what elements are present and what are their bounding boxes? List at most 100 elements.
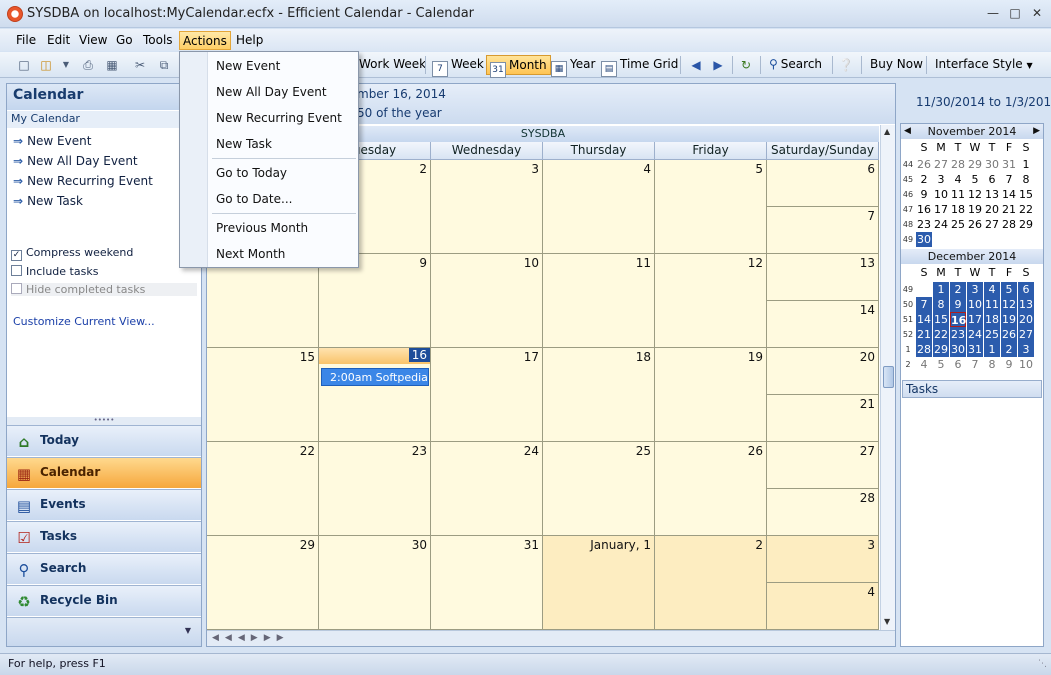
day-cell[interactable]: 23 [319, 442, 431, 536]
compress-weekend-checkbox[interactable]: ✓ Compress weekend [11, 246, 133, 261]
mini-calendar-day[interactable]: 28 [1001, 217, 1017, 232]
mini-calendar-day[interactable]: 17 [967, 312, 983, 327]
include-tasks-checkbox[interactable]: Include tasks [11, 265, 98, 278]
mini-calendar-day[interactable]: 2 [1001, 342, 1017, 357]
mini-calendar-day[interactable]: 29 [933, 342, 949, 357]
mini-calendar-day[interactable]: 15 [1018, 187, 1034, 202]
mini-calendar-day[interactable]: 9 [950, 297, 966, 312]
buy-now-button[interactable]: Buy Now [867, 55, 926, 75]
app-clock-icon[interactable] [7, 6, 23, 22]
next-page-icon[interactable]: ▶ [251, 633, 264, 643]
menu-item-new-recurring-event[interactable]: New Recurring Event [216, 111, 342, 125]
mini-calendar-day[interactable]: 5 [967, 172, 983, 187]
mini-calendar-day[interactable]: 5 [1001, 282, 1017, 297]
day-cell[interactable]: 15 [207, 348, 319, 442]
vertical-scrollbar[interactable]: ▲ ▼ [880, 125, 895, 630]
mini-calendar-day[interactable]: 6 [950, 357, 966, 372]
help-icon[interactable]: ❔ [838, 57, 854, 73]
mini-calendar-day[interactable]: 25 [950, 217, 966, 232]
menu-item-new-event[interactable]: New Event [216, 59, 280, 73]
day-cell[interactable]: 10 [431, 254, 543, 348]
new-task-link[interactable]: ⇒ New Task [13, 194, 83, 208]
mini-calendar-day[interactable]: 23 [950, 327, 966, 342]
menu-item-next-month[interactable]: Next Month [216, 247, 285, 261]
print-preview-icon[interactable]: ▦ [104, 57, 120, 73]
mini-calendar-day[interactable] [950, 232, 966, 247]
mini-calendar-day[interactable]: 30 [950, 342, 966, 357]
day-cell[interactable]: 29 [207, 536, 319, 630]
menu-file[interactable]: File [13, 31, 39, 50]
open-folder-icon[interactable]: ◫ [38, 57, 54, 73]
mini-calendar-day[interactable]: 28 [916, 342, 932, 357]
time-grid-button[interactable]: ▤ Time Grid [598, 55, 681, 77]
new-all-day-event-link[interactable]: ⇒ New All Day Event [13, 154, 138, 168]
mini-calendar-day[interactable]: 14 [916, 312, 932, 327]
day-cell[interactable]: 4 [543, 160, 655, 254]
mini-calendar-day[interactable]: 10 [933, 187, 949, 202]
day-cell[interactable]: 5 [655, 160, 767, 254]
interface-style-button[interactable]: Interface Style ▼ [932, 55, 1036, 75]
mini-calendar-day[interactable]: 4 [984, 282, 1000, 297]
weekend-cell[interactable]: 7 [767, 207, 879, 254]
tasks-header[interactable]: Tasks [902, 380, 1042, 398]
resize-grip-icon[interactable]: ⋱ [1038, 659, 1047, 669]
mini-calendar-day[interactable]: 15 [933, 312, 949, 327]
nav-today[interactable]: ⌂ Today [7, 425, 201, 456]
mini-calendar-day[interactable]: 28 [950, 157, 966, 172]
mini-calendar-day[interactable]: 1 [933, 282, 949, 297]
back-arrow-icon[interactable]: ◀ [688, 57, 704, 73]
maximize-button[interactable]: □ [1004, 5, 1026, 23]
splitter-grip[interactable]: ••••• [7, 417, 201, 425]
weekend-cell[interactable]: 14 [767, 301, 879, 348]
mini-calendar-day[interactable]: 9 [1001, 357, 1017, 372]
work-week-button[interactable]: Work Week [356, 55, 429, 75]
event-item[interactable]: 2:00am Softpedia (I [321, 368, 429, 386]
mini-calendar-day[interactable]: 13 [984, 187, 1000, 202]
dropdown-arrow-icon[interactable]: ▼ [58, 57, 74, 73]
day-cell[interactable]: 30 [319, 536, 431, 630]
day-cell[interactable]: 24 [431, 442, 543, 536]
day-cell[interactable]: 26 [655, 442, 767, 536]
weekend-cell[interactable]: 21 [767, 395, 879, 442]
mini-calendar-day[interactable] [933, 232, 949, 247]
next-month-icon[interactable]: ▶ [1033, 124, 1040, 139]
weekend-cell[interactable]: 4 [767, 583, 879, 630]
mini-calendar-day[interactable]: 2 [950, 282, 966, 297]
day-cell[interactable]: 17 [431, 348, 543, 442]
nav-recycle-bin[interactable]: ♻ Recycle Bin [7, 585, 201, 616]
mini-calendar-day[interactable]: 7 [967, 357, 983, 372]
day-cell[interactable]: 31 [431, 536, 543, 630]
mini-calendar-day[interactable]: 3 [1018, 342, 1034, 357]
weekend-cell[interactable]: 20 [767, 348, 879, 395]
mini-calendar-day[interactable]: 26 [916, 157, 932, 172]
scroll-up-icon[interactable]: ▲ [884, 127, 890, 136]
mini-calendar-day[interactable]: 26 [967, 217, 983, 232]
menu-edit[interactable]: Edit [44, 31, 73, 50]
day-cell[interactable]: 3 [431, 160, 543, 254]
day-cell[interactable]: 22 [207, 442, 319, 536]
search-button[interactable]: ⚲ Search [766, 55, 825, 75]
mini-calendar-day[interactable]: 29 [967, 157, 983, 172]
new-recurring-event-link[interactable]: ⇒ New Recurring Event [13, 174, 153, 188]
mini-calendar-day[interactable]: 6 [984, 172, 1000, 187]
menu-tools[interactable]: Tools [140, 31, 176, 50]
copy-icon[interactable]: ⧉ [156, 57, 172, 73]
mini-calendar-day[interactable]: 31 [1001, 157, 1017, 172]
menu-item-go-to-date[interactable]: Go to Date... [216, 192, 292, 206]
day-cell[interactable]: 2 [655, 536, 767, 630]
nav-tasks[interactable]: ☑ Tasks [7, 521, 201, 552]
mini-calendar-day[interactable]: 31 [967, 342, 983, 357]
mini-calendar-day[interactable]: 8 [1018, 172, 1034, 187]
nav-overflow[interactable]: ▼ [7, 617, 201, 646]
mini-calendar-day[interactable]: 4 [916, 357, 932, 372]
mini-calendar-day[interactable]: 16 [950, 312, 966, 327]
menu-actions[interactable]: Actions [179, 31, 231, 50]
mini-calendar-day[interactable] [916, 282, 932, 297]
mini-calendar-day[interactable]: 20 [984, 202, 1000, 217]
nav-search[interactable]: ⚲ Search [7, 553, 201, 584]
last-page-icon[interactable]: ▶▶ [264, 633, 290, 643]
weekend-cell[interactable]: 13 [767, 254, 879, 301]
weekend-cell[interactable]: 6 [767, 160, 879, 207]
mini-calendar-day[interactable]: 8 [933, 297, 949, 312]
weekend-cell[interactable]: 27 [767, 442, 879, 489]
